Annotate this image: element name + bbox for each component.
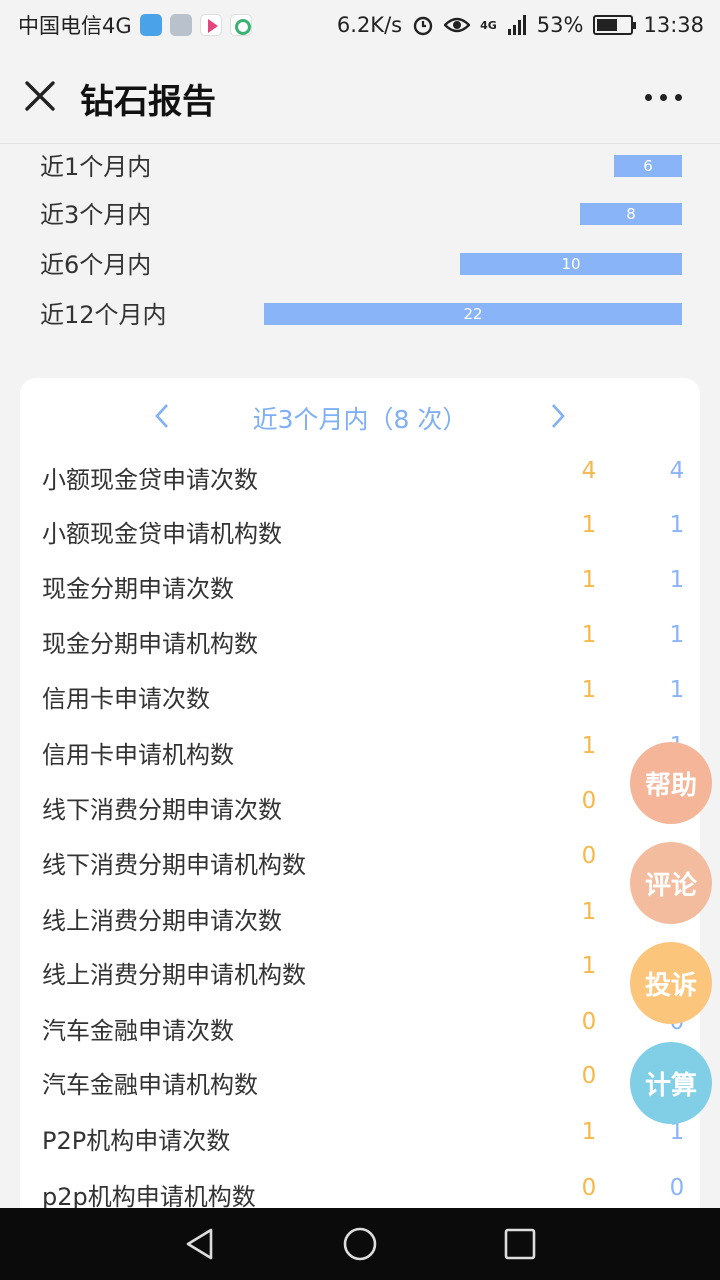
row-label: 汽车金融申请次数: [42, 1017, 234, 1045]
row-value-primary: 1: [581, 733, 597, 759]
range-row: 近6个月内 10: [0, 243, 720, 283]
row-label: 现金分期申请次数: [42, 575, 234, 603]
table-row: 线上消费分期申请次数 1 1: [20, 899, 700, 939]
range-label: 近6个月内: [40, 251, 152, 279]
more-dot: [645, 94, 652, 101]
system-nav-bar: [0, 1208, 720, 1280]
row-label: p2p机构申请机构数: [42, 1183, 256, 1208]
complaint-button[interactable]: 投诉: [630, 942, 712, 1024]
row-label: 小额现金贷申请机构数: [42, 520, 282, 548]
row-value-primary: 0: [581, 788, 597, 814]
range-bar: 6: [614, 155, 682, 177]
battery-icon: [593, 15, 637, 35]
row-value-primary: 1: [581, 953, 597, 979]
table-row: 线下消费分期申请次数 0 0: [20, 788, 700, 828]
row-value-secondary: 1: [669, 567, 685, 593]
row-value-primary: 1: [581, 677, 597, 703]
more-dot: [675, 94, 682, 101]
table-row: p2p机构申请机构数 0 0: [20, 1175, 700, 1208]
report-content[interactable]: 近1个月内 6 近3个月内 8 近6个月内 10 近12个月内 22 近3个月内…: [0, 145, 720, 1208]
row-label: 信用卡申请次数: [42, 685, 210, 713]
range-bar: 8: [580, 203, 682, 225]
more-icon[interactable]: [645, 94, 682, 101]
battery-percent: 53%: [536, 13, 584, 37]
row-label: 现金分期申请机构数: [42, 630, 258, 658]
video-app-icon: [199, 14, 222, 36]
page-title: 钻石报告: [80, 82, 216, 122]
range-label: 近3个月内: [40, 201, 152, 229]
row-label: 线上消费分期申请机构数: [42, 961, 306, 989]
recents-icon[interactable]: [502, 1226, 538, 1262]
row-label: P2P机构申请次数: [42, 1127, 231, 1155]
comment-button[interactable]: 评论: [630, 842, 712, 924]
row-value-secondary: 0: [669, 1175, 685, 1201]
row-value-primary: 4: [581, 458, 597, 484]
table-row: 信用卡申请次数 1 1: [20, 677, 700, 717]
row-value-primary: 1: [581, 1119, 597, 1145]
table-row: 汽车金融申请次数 0 0: [20, 1009, 700, 1049]
carrier-label: 中国电信4G: [18, 14, 132, 38]
stats-card: 近3个月内（8 次） 小额现金贷申请次数 4 4 小额现金贷申请机构数 1 1 …: [20, 378, 700, 1208]
row-value-primary: 1: [581, 512, 597, 538]
status-bar: 中国电信4G 6.2K/s 4G 53% 13:38: [0, 0, 720, 50]
table-row: 汽车金融申请机构数 0 0: [20, 1063, 700, 1103]
row-value-secondary: 4: [669, 458, 685, 484]
alarm-icon: [413, 16, 433, 36]
network-type: 4G: [480, 18, 497, 32]
table-row: 现金分期申请次数 1 1: [20, 567, 700, 607]
row-label: 线下消费分期申请机构数: [42, 851, 306, 879]
row-value-secondary: 1: [669, 512, 685, 538]
table-row: 小额现金贷申请次数 4 4: [20, 458, 700, 498]
range-label: 近12个月内: [40, 301, 167, 329]
more-dot: [660, 94, 667, 101]
title-bar: 钻石报告: [0, 50, 720, 144]
row-value-primary: 0: [581, 1009, 597, 1035]
row-value-secondary: 1: [669, 622, 685, 648]
table-row: 信用卡申请机构数 1 1: [20, 733, 700, 773]
row-label: 汽车金融申请机构数: [42, 1071, 258, 1099]
card-title: 近3个月内（8 次）: [252, 405, 468, 434]
row-label: 小额现金贷申请次数: [42, 466, 258, 494]
home-icon[interactable]: [342, 1226, 378, 1262]
row-label: 信用卡申请机构数: [42, 741, 234, 769]
signal-icon: [507, 15, 526, 35]
card-header: 近3个月内（8 次）: [20, 398, 700, 438]
clock: 13:38: [643, 13, 704, 37]
row-value-primary: 0: [581, 843, 597, 869]
camera-app-icon: [229, 14, 252, 36]
row-value-primary: 1: [581, 622, 597, 648]
help-button[interactable]: 帮助: [630, 742, 712, 824]
row-value-primary: 1: [581, 899, 597, 925]
range-row: 近1个月内 6: [0, 145, 720, 185]
table-row: 现金分期申请机构数 1 1: [20, 622, 700, 662]
table-row: 线上消费分期申请机构数 1 1: [20, 953, 700, 993]
table-row: 线下消费分期申请机构数 0 0: [20, 843, 700, 883]
row-value-primary: 0: [581, 1063, 597, 1089]
network-speed: 6.2K/s: [336, 13, 403, 37]
chevron-right-icon[interactable]: [548, 402, 568, 430]
range-row: 近3个月内 8: [0, 193, 720, 233]
row-label: 线下消费分期申请次数: [42, 796, 282, 824]
calculator-button[interactable]: 计算: [630, 1042, 712, 1124]
row-value-secondary: 1: [669, 677, 685, 703]
range-row: 近12个月内 22: [0, 293, 720, 333]
table-row: P2P机构申请次数 1 1: [20, 1119, 700, 1159]
row-value-primary: 1: [581, 567, 597, 593]
wifi-hotspot-icon: [139, 14, 162, 36]
back-icon[interactable]: [182, 1226, 218, 1262]
range-bar: 22: [264, 303, 682, 325]
range-bar: 10: [460, 253, 682, 275]
row-value-primary: 0: [581, 1175, 597, 1201]
eye-icon: [444, 17, 471, 33]
shield-icon: [169, 14, 192, 36]
range-label: 近1个月内: [40, 153, 152, 181]
table-row: 小额现金贷申请机构数 1 1: [20, 512, 700, 552]
close-icon[interactable]: [24, 80, 56, 112]
row-label: 线上消费分期申请次数: [42, 907, 282, 935]
